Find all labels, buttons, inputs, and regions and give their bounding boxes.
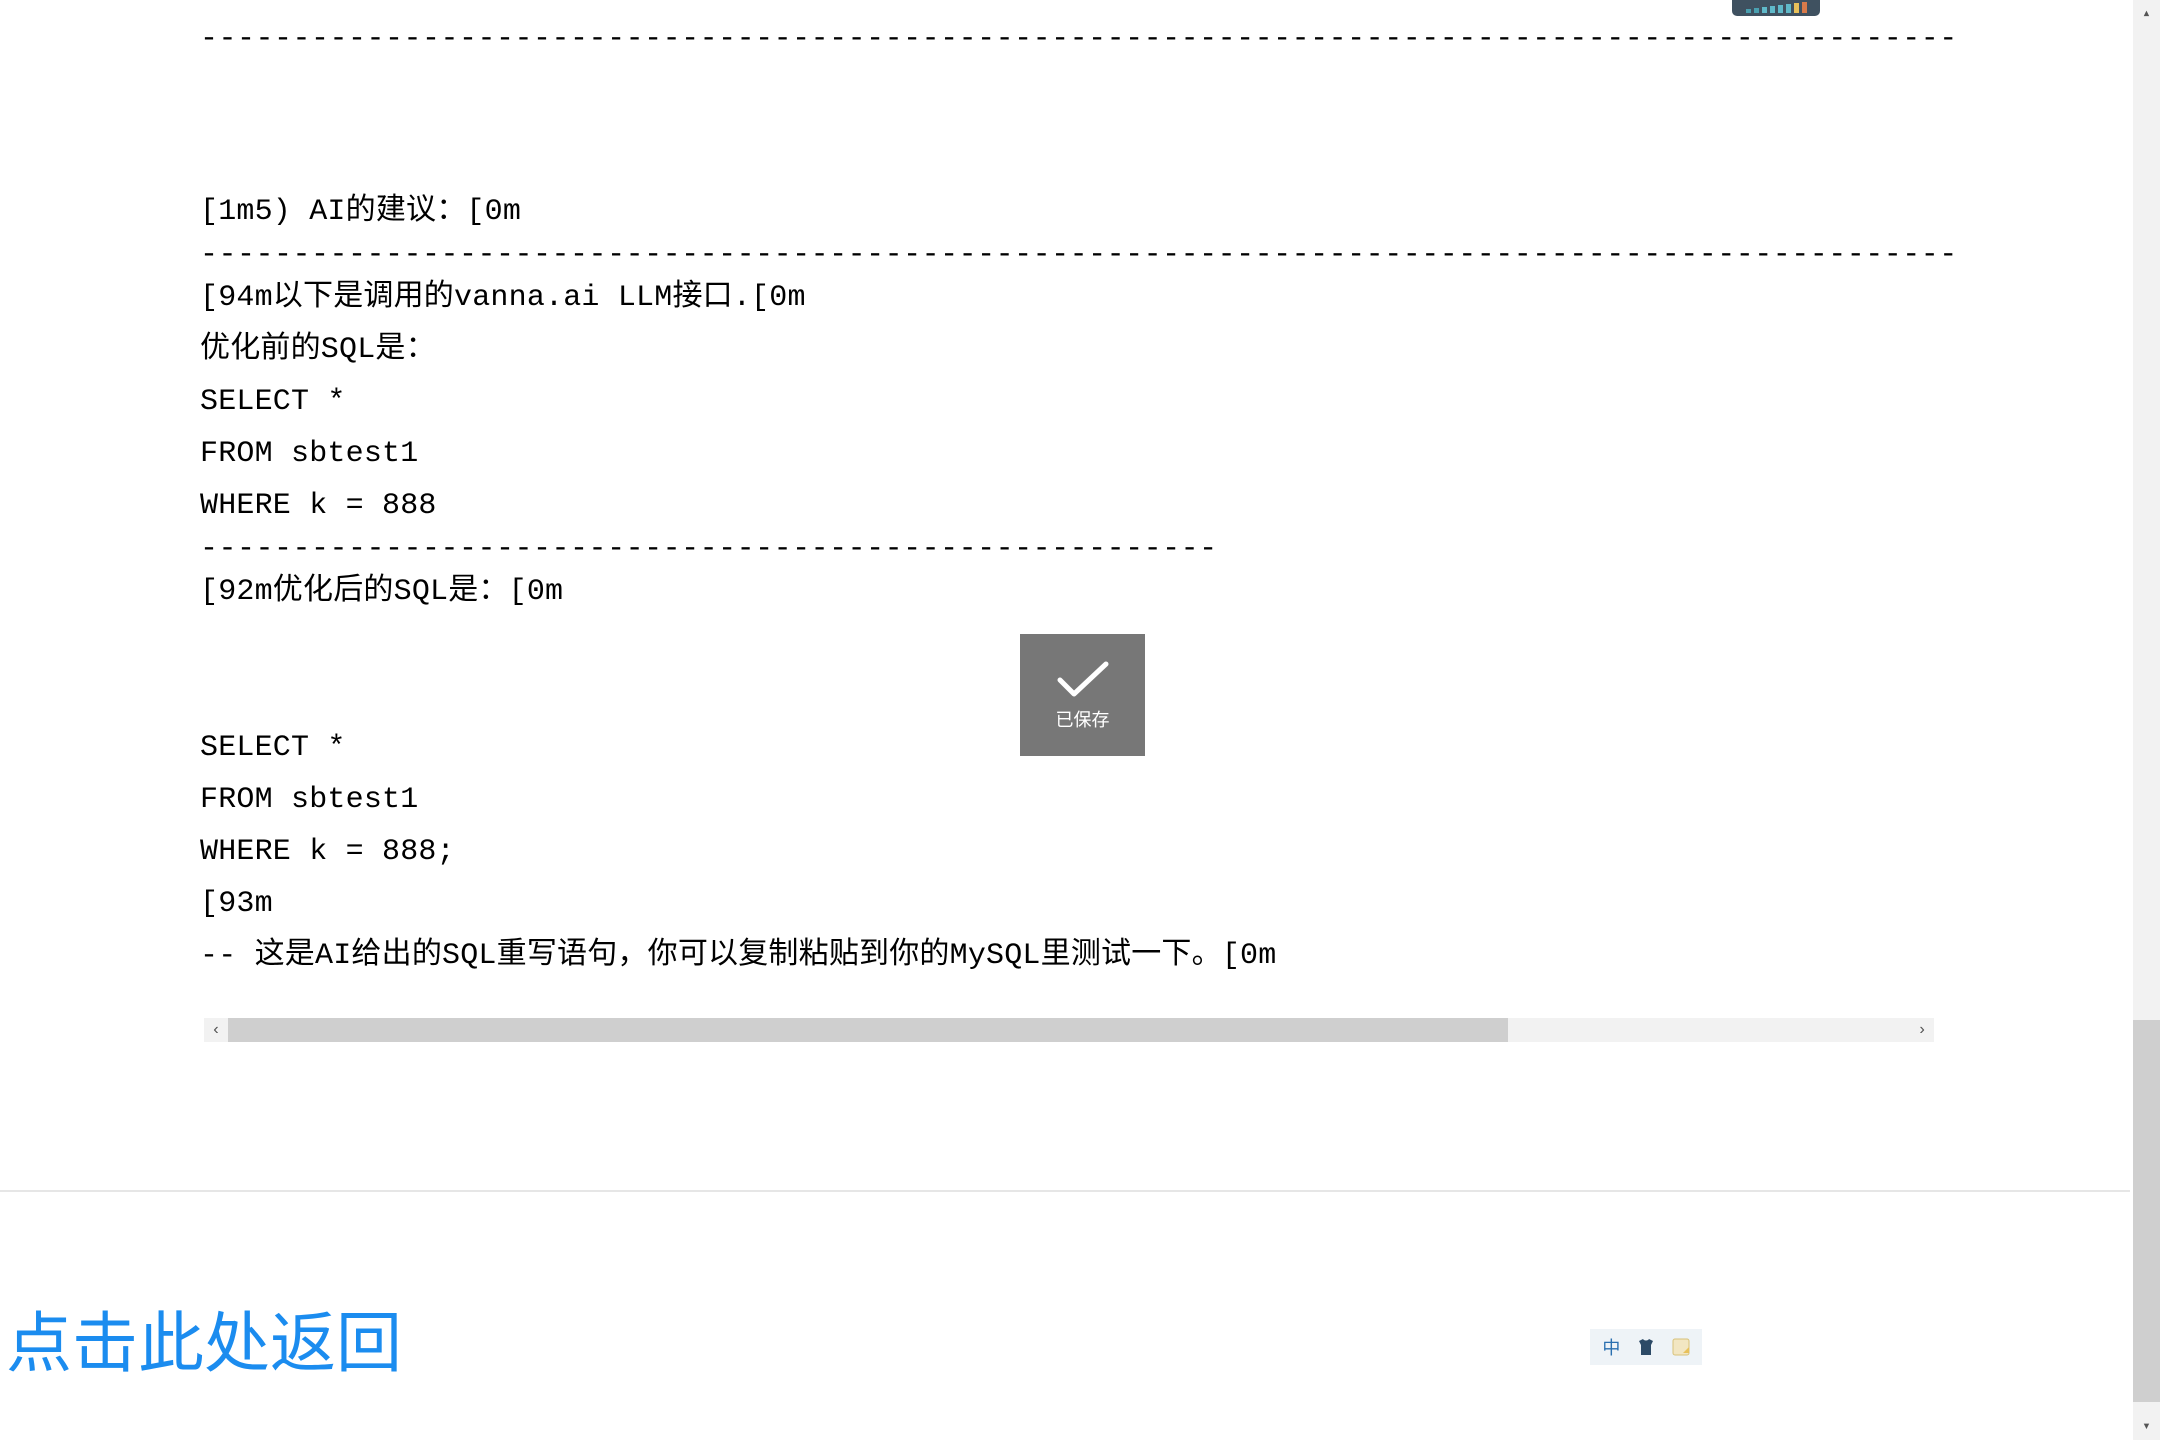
- scroll-left-arrow-icon[interactable]: ‹: [204, 1018, 228, 1042]
- divider-dashed-mid: ----------------------------------------…: [200, 532, 1960, 566]
- after-sql-line: WHERE k = 888;: [200, 826, 1960, 878]
- scrollbar-track[interactable]: [228, 1018, 1910, 1042]
- after-sql-line: FROM sbtest1: [200, 774, 1960, 826]
- section-heading: [1m5) AI的建议：[0m: [200, 186, 1960, 238]
- scroll-up-arrow-icon[interactable]: ▴: [2133, 0, 2160, 27]
- scroll-right-arrow-icon[interactable]: ›: [1910, 1018, 1934, 1042]
- divider-dashed: ----------------------------------------…: [200, 22, 1960, 56]
- before-sql-line: SELECT *: [200, 376, 1960, 428]
- before-label: 优化前的SQL是：: [200, 324, 1960, 376]
- page-viewport: ----------------------------------------…: [0, 0, 2130, 1440]
- terminal-output: ----------------------------------------…: [200, 0, 1960, 982]
- sql-comment: -- 这是AI给出的SQL重写语句，你可以复制粘贴到你的MySQL里测试一下。[…: [200, 930, 1960, 982]
- check-icon: [1056, 658, 1110, 700]
- toast-label: 已保存: [1056, 706, 1110, 732]
- intro-line: [94m以下是调用的vanna.ai LLM接口.[0m: [200, 272, 1960, 324]
- horizontal-scrollbar[interactable]: ‹ ›: [204, 1018, 1934, 1042]
- before-sql-line: WHERE k = 888: [200, 480, 1960, 532]
- scrollbar-thumb-vertical[interactable]: [2133, 1020, 2160, 1402]
- after-label: [92m优化后的SQL是：[0m: [200, 566, 1960, 618]
- scroll-down-arrow-icon[interactable]: ▾: [2133, 1413, 2160, 1440]
- vertical-scrollbar[interactable]: ▴ ▾: [2133, 0, 2160, 1440]
- divider-dashed: ----------------------------------------…: [200, 238, 1960, 272]
- ime-lang-icon[interactable]: 中: [1597, 1333, 1625, 1361]
- before-sql-line: FROM sbtest1: [200, 428, 1960, 480]
- return-link[interactable]: 点击此处返回: [6, 1290, 402, 1386]
- ime-tray[interactable]: 中: [1590, 1329, 1702, 1365]
- after-sql-line: [93m: [200, 878, 1960, 930]
- ime-shirt-icon[interactable]: [1632, 1333, 1660, 1361]
- saved-toast: 已保存: [1020, 634, 1145, 756]
- scrollbar-thumb[interactable]: [228, 1018, 1508, 1042]
- ime-note-icon[interactable]: [1667, 1333, 1695, 1361]
- section-divider: [0, 1190, 2130, 1192]
